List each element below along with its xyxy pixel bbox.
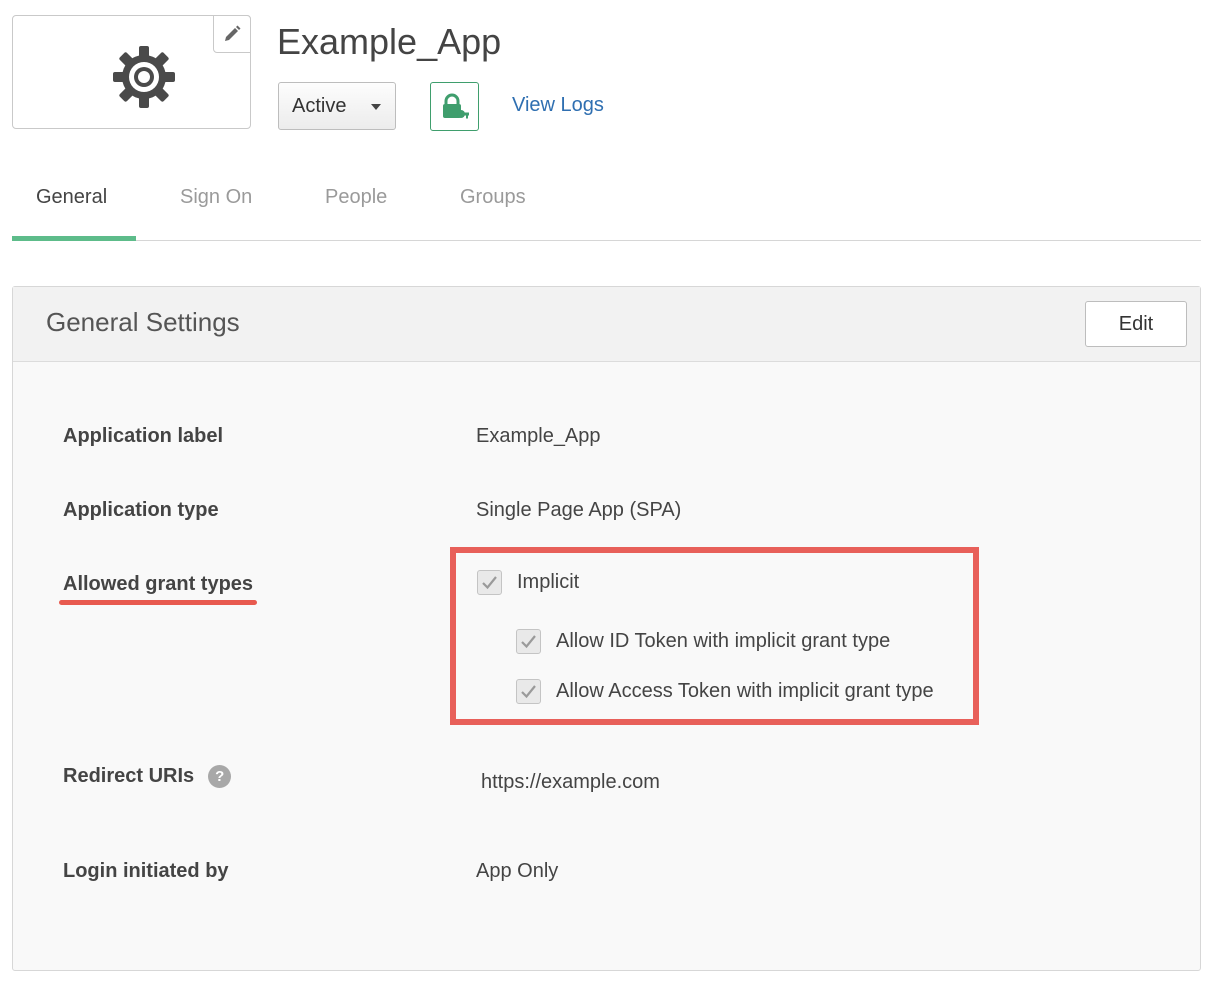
- panel-title: General Settings: [46, 307, 240, 337]
- active-tab-indicator: [12, 236, 136, 241]
- grant-option-access-token: Allow Access Token with implicit grant t…: [516, 679, 934, 704]
- checkmark-icon: [482, 576, 497, 590]
- lock-key-icon: [442, 93, 469, 118]
- redirect-uris-label: Redirect URIs: [63, 765, 195, 787]
- help-icon[interactable]: ?: [208, 765, 232, 789]
- redirect-uris-row-label: Redirect URIs?: [63, 765, 232, 789]
- caret-down-icon: [371, 104, 381, 110]
- edit-button[interactable]: Edit: [1085, 301, 1187, 347]
- checkmark-icon: [521, 635, 536, 649]
- edit-logo-button[interactable]: [213, 15, 251, 53]
- general-settings-panel: General Settings Edit Application label …: [12, 286, 1201, 971]
- tab-general[interactable]: General: [36, 186, 107, 209]
- tab-people[interactable]: People: [325, 186, 387, 209]
- login-initiated-by-label: Login initiated by: [63, 860, 229, 882]
- allowed-grant-types-label: Allowed grant types: [63, 573, 254, 595]
- app-title: Example_App: [277, 21, 502, 62]
- tab-groups[interactable]: Groups: [460, 186, 526, 209]
- status-dropdown[interactable]: Active: [278, 82, 396, 130]
- grant-option-id-token: Allow ID Token with implicit grant type: [516, 629, 890, 654]
- app-lock-button[interactable]: [430, 82, 479, 131]
- pencil-icon: [225, 25, 241, 41]
- annotation-underline: [59, 600, 257, 605]
- access-token-checkbox-label: Allow Access Token with implicit grant t…: [556, 680, 934, 702]
- tab-bar-divider: [12, 240, 1201, 241]
- gear-icon: [113, 46, 175, 108]
- application-label-label: Application label: [63, 425, 224, 447]
- checkmark-icon: [521, 685, 536, 699]
- id-token-checkbox-label: Allow ID Token with implicit grant type: [556, 630, 891, 652]
- tab-bar: General Sign On People Groups: [12, 170, 1201, 241]
- login-initiated-by-value: App Only: [476, 860, 559, 882]
- implicit-checkbox[interactable]: [477, 570, 502, 595]
- app-logo: [12, 15, 251, 129]
- application-type-label: Application type: [63, 499, 219, 521]
- view-logs-link[interactable]: View Logs: [512, 94, 604, 117]
- redirect-uris-value: https://example.com: [481, 771, 660, 793]
- grant-option-implicit: Implicit: [477, 570, 579, 595]
- application-type-value: Single Page App (SPA): [476, 499, 682, 521]
- access-token-checkbox[interactable]: [516, 679, 541, 704]
- application-label-value: Example_App: [476, 425, 601, 447]
- id-token-checkbox[interactable]: [516, 629, 541, 654]
- panel-header: General Settings Edit: [13, 287, 1200, 362]
- implicit-checkbox-label: Implicit: [517, 571, 580, 593]
- tab-sign-on[interactable]: Sign On: [180, 186, 252, 209]
- status-dropdown-value: Active: [292, 94, 347, 117]
